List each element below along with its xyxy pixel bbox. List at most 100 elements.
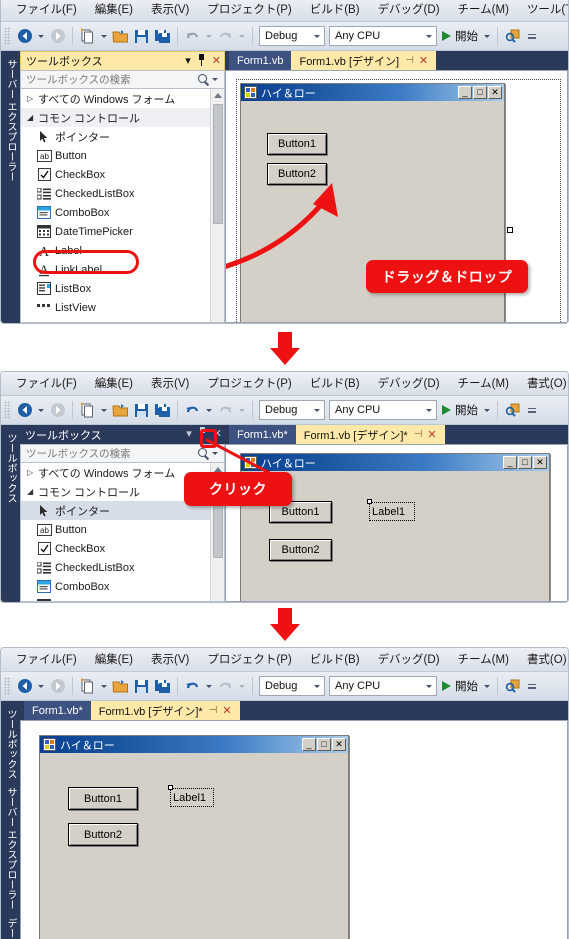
menu-item-view[interactable]: 表示(V) <box>142 374 198 394</box>
close-icon[interactable]: ✕ <box>212 55 221 67</box>
new-item-dropdown-caret[interactable] <box>101 684 107 688</box>
menu-item-team[interactable]: チーム(M) <box>449 0 518 20</box>
chevron-down-icon[interactable] <box>422 684 436 688</box>
vertical-tab-server-explorer[interactable]: サーバー エクスプローラー <box>2 783 19 914</box>
chevron-down-icon[interactable]: ▾ <box>185 55 191 67</box>
new-item-dropdown-caret[interactable] <box>101 34 107 38</box>
find-in-files-icon[interactable] <box>502 675 523 697</box>
close-button[interactable]: ✕ <box>533 456 547 469</box>
start-debug-button[interactable]: 開始 <box>439 402 481 418</box>
expander-icon[interactable]: ◢ <box>27 487 38 496</box>
toolbox-item-datetimepicker[interactable]: DateTimePicker <box>21 222 210 241</box>
save-icon[interactable] <box>131 399 152 421</box>
chevron-down-icon[interactable] <box>310 684 324 688</box>
menu-item-project[interactable]: プロジェクト(P) <box>198 374 300 394</box>
back-arrow-icon[interactable] <box>14 399 35 421</box>
back-arrow-icon[interactable] <box>14 25 35 47</box>
standard-toolbar-step1[interactable]: Debug Any CPU 開始 <box>1 22 568 51</box>
toolbox-item-checkedlistbox[interactable]: CheckedListBox <box>21 184 210 203</box>
toolbox-group-all-winforms[interactable]: ▷ すべての Windows フォーム <box>21 89 210 108</box>
toolbox-item-checkbox[interactable]: CheckBox <box>21 165 210 184</box>
menu-item-build[interactable]: ビルド(B) <box>301 650 369 670</box>
document-tabstrip-step3[interactable]: Form1.vb* Form1.vb [デザイン]* ⊣ ✕ <box>20 701 568 720</box>
toolbox-group-all-winforms[interactable]: ▷ すべての Windows フォーム <box>21 463 210 482</box>
menu-bar-step3[interactable]: ファイル(F) 編集(E) 表示(V) プロジェクト(P) ビルド(B) デバッ… <box>1 648 568 672</box>
open-folder-icon[interactable] <box>110 399 131 421</box>
configuration-combobox[interactable]: Debug <box>259 26 325 46</box>
pin-icon[interactable]: ⊣ <box>405 55 414 66</box>
menu-item-view[interactable]: 表示(V) <box>142 0 198 20</box>
platform-combobox[interactable]: Any CPU <box>329 676 437 696</box>
menu-item-file[interactable]: ファイル(F) <box>7 650 86 670</box>
document-tabstrip-step1[interactable]: Form1.vb Form1.vb [デザイン] ⊣ ✕ <box>225 51 568 70</box>
back-dropdown-caret[interactable] <box>38 34 44 38</box>
form-label1[interactable]: Label1 <box>369 502 415 521</box>
label-selection-handle[interactable] <box>367 499 372 504</box>
undo-icon[interactable] <box>182 399 203 421</box>
open-folder-icon[interactable] <box>110 25 131 47</box>
start-dropdown-caret[interactable] <box>484 34 490 38</box>
form-button2[interactable]: Button2 <box>68 823 138 846</box>
maximize-button[interactable]: □ <box>317 738 331 751</box>
chevron-down-icon[interactable] <box>422 34 436 38</box>
search-dropdown-caret[interactable] <box>212 452 218 455</box>
pin-icon[interactable]: ⊣ <box>209 705 218 716</box>
scroll-up-icon[interactable] <box>211 89 224 102</box>
find-in-files-icon[interactable] <box>502 25 523 47</box>
minimize-button[interactable]: _ <box>503 456 517 469</box>
vertical-tab-data-sources[interactable]: データ ソース <box>2 914 19 939</box>
scrollbar-thumb[interactable] <box>212 104 223 224</box>
menu-item-edit[interactable]: 編集(E) <box>86 650 142 670</box>
menu-item-team[interactable]: チーム(M) <box>449 650 518 670</box>
menu-item-project[interactable]: プロジェクト(P) <box>198 0 300 20</box>
new-item-icon[interactable] <box>77 675 98 697</box>
undo-dropdown-caret[interactable] <box>206 408 212 412</box>
pin-icon[interactable] <box>196 53 207 69</box>
search-icon[interactable] <box>198 448 209 459</box>
toolbox-item-listview[interactable]: ListView <box>21 298 210 317</box>
maximize-button[interactable]: □ <box>473 86 487 99</box>
new-item-dropdown-caret[interactable] <box>101 408 107 412</box>
vertical-tab-toolbox[interactable]: ツールボックス <box>2 705 19 783</box>
menu-item-debug[interactable]: デバッグ(D) <box>369 0 449 20</box>
expander-icon[interactable]: ▷ <box>27 468 38 477</box>
standard-toolbar-step2[interactable]: Debug Any CPU 開始 <box>1 396 568 425</box>
toolbox-list-step1[interactable]: ▷ すべての Windows フォーム ◢ コモン コントロール ポインター a… <box>20 89 225 323</box>
toolbox-group-common-controls[interactable]: ◢ コモン コントロール <box>21 482 210 501</box>
save-all-icon[interactable] <box>152 399 173 421</box>
menu-item-edit[interactable]: 編集(E) <box>86 0 142 20</box>
toolbar-grip[interactable] <box>4 27 11 45</box>
platform-combobox[interactable]: Any CPU <box>329 400 437 420</box>
form-button2[interactable]: Button2 <box>267 163 327 185</box>
standard-toolbar-step3[interactable]: Debug Any CPU 開始 <box>1 672 568 701</box>
tab-form1-vb[interactable]: Form1.vb* <box>229 425 296 444</box>
new-item-icon[interactable] <box>77 25 98 47</box>
save-icon[interactable] <box>131 675 152 697</box>
close-button[interactable]: ✕ <box>488 86 502 99</box>
toolbox-item-checkedlistbox[interactable]: CheckedListBox <box>21 558 210 577</box>
tab-form1-vb[interactable]: Form1.vb* <box>24 701 91 720</box>
tab-form1-vb-design[interactable]: Form1.vb [デザイン]* ⊣ ✕ <box>295 425 445 444</box>
start-debug-button[interactable]: 開始 <box>439 678 481 694</box>
configuration-combobox[interactable]: Debug <box>259 676 325 696</box>
menu-item-format[interactable]: 書式(O) <box>518 374 568 394</box>
toolbox-group-common-controls[interactable]: ◢ コモン コントロール <box>21 108 210 127</box>
save-icon[interactable] <box>131 25 152 47</box>
tab-form1-vb[interactable]: Form1.vb <box>229 51 292 70</box>
pin-icon[interactable]: ⊣ <box>414 429 423 440</box>
form-button2[interactable]: Button2 <box>269 539 332 561</box>
vertical-tab-toolbox[interactable]: ツールボックス <box>2 429 19 507</box>
toolbox-search-input[interactable]: ツールボックスの検索 <box>20 70 225 89</box>
menu-item-file[interactable]: ファイル(F) <box>7 0 86 20</box>
toolbox-item-pointer[interactable]: ポインター <box>21 501 210 520</box>
configuration-combobox[interactable]: Debug <box>259 400 325 420</box>
menu-item-build[interactable]: ビルド(B) <box>301 374 369 394</box>
menu-item-debug[interactable]: デバッグ(D) <box>369 650 449 670</box>
start-debug-button[interactable]: 開始 <box>439 28 481 44</box>
toolbar-overflow-icon[interactable] <box>528 33 536 40</box>
chevron-down-icon[interactable] <box>422 408 436 412</box>
toolbar-overflow-icon[interactable] <box>528 407 536 414</box>
toolbox-item-pointer[interactable]: ポインター <box>21 127 210 146</box>
undo-dropdown-caret[interactable] <box>206 684 212 688</box>
minimize-button[interactable]: _ <box>302 738 316 751</box>
